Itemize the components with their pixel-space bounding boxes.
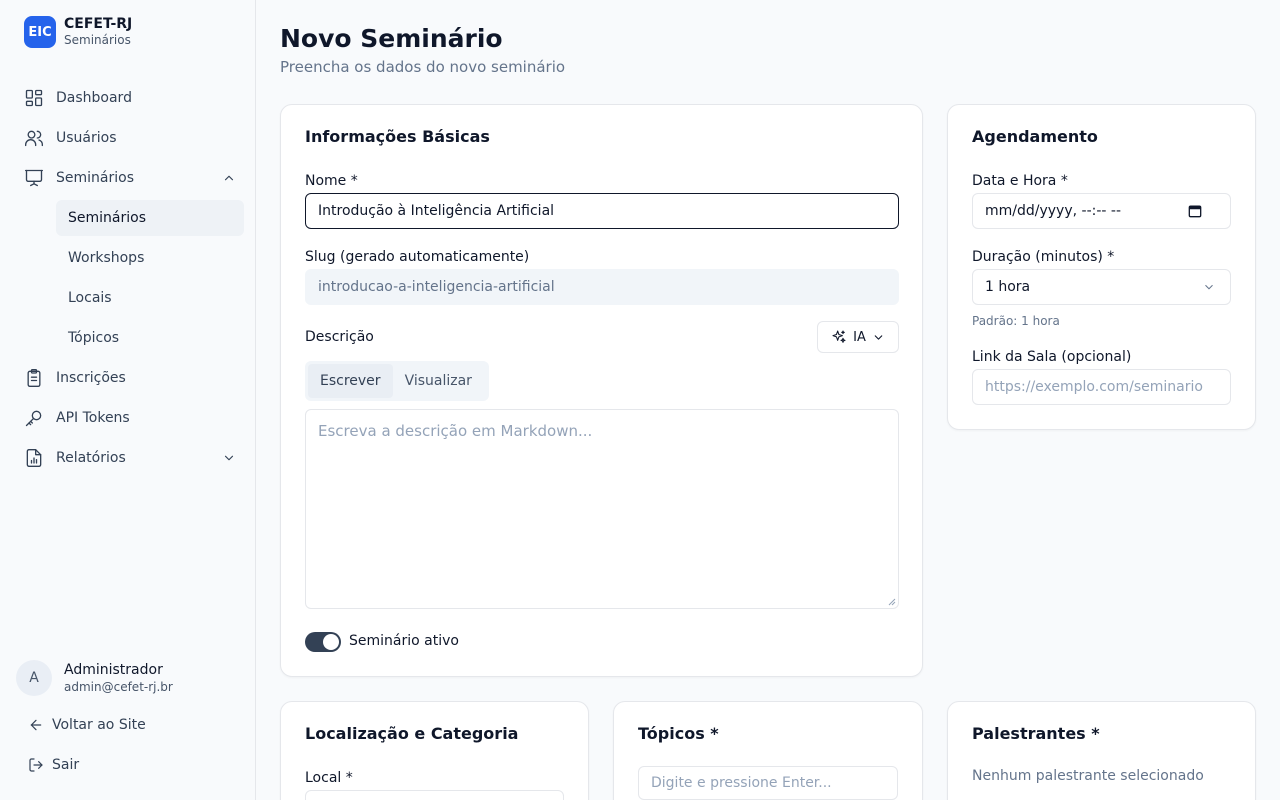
user-profile[interactable]: A Administrador admin@cefet-rj.br: [16, 660, 173, 696]
sidebar-subitem-workshops[interactable]: Workshops: [56, 240, 244, 276]
speakers-empty-message: Nenhum palestrante selecionado: [972, 768, 1204, 784]
chevron-down-icon: [874, 334, 883, 340]
date-time-input[interactable]: mm/dd/yyyy, --:-- --: [972, 193, 1231, 229]
logout-link[interactable]: Sair: [28, 757, 79, 773]
sidebar-nav: Dashboard Usuários Seminários Seminários…: [16, 80, 244, 480]
brand-subtitle: Seminários: [64, 33, 131, 47]
local-label: Local *: [305, 770, 353, 786]
page-subtitle: Preencha os dados do novo seminário: [280, 58, 566, 76]
room-link-label: Link da Sala (opcional): [972, 349, 1132, 365]
sidebar-item-label: Usuários: [56, 130, 117, 146]
topics-card: Tópicos * Digite e pressione Enter...: [613, 701, 923, 800]
tab-write[interactable]: Escrever: [308, 364, 393, 398]
room-link-input[interactable]: https://exemplo.com/seminario: [972, 369, 1231, 405]
name-input[interactable]: Introdução à Inteligência Artificial: [305, 193, 899, 229]
sidebar-item-label: API Tokens: [56, 410, 130, 426]
topics-title: Tópicos *: [638, 724, 719, 743]
chevron-down-icon: [1205, 284, 1213, 290]
active-toggle-label: Seminário ativo: [349, 633, 459, 649]
duration-label: Duração (minutos) *: [972, 249, 1115, 265]
back-to-site-label: Voltar ao Site: [52, 717, 146, 733]
speakers-title: Palestrantes *: [972, 724, 1100, 743]
toggle-knob: [323, 634, 339, 650]
duration-hint: Padrão: 1 hora: [972, 314, 1060, 328]
calendar-icon[interactable]: [1188, 204, 1202, 218]
location-title: Localização e Categoria: [305, 724, 519, 743]
logout-label: Sair: [52, 757, 80, 773]
description-placeholder: Escreva a descrição em Markdown...: [318, 422, 593, 440]
schedule-card: Agendamento Data e Hora * mm/dd/yyyy, --…: [947, 104, 1256, 430]
sidebar-item-label: Inscrições: [56, 370, 126, 386]
sidebar-item-label: Dashboard: [56, 90, 132, 106]
sparkles-icon: [832, 330, 846, 343]
key-icon: [25, 410, 42, 427]
avatar: A: [16, 660, 52, 696]
ai-assist-button[interactable]: IA: [817, 321, 899, 353]
report-icon: [26, 449, 42, 467]
sidebar-item-seminarios[interactable]: Seminários: [16, 160, 244, 196]
sidebar: EIC CEFET-RJ Seminários Dashboard Usuári…: [0, 0, 256, 800]
local-select[interactable]: [305, 790, 564, 800]
speakers-card: Palestrantes * Nenhum palestrante seleci…: [947, 701, 1256, 800]
sidebar-item-dashboard[interactable]: Dashboard: [16, 80, 244, 116]
description-label: Descrição: [305, 329, 374, 345]
sidebar-item-relatorios[interactable]: Relatórios: [16, 440, 244, 476]
sidebar-item-usuarios[interactable]: Usuários: [16, 120, 244, 156]
resize-handle-icon[interactable]: [888, 598, 896, 606]
basic-info-card: Informações Básicas Nome * Introdução à …: [280, 104, 923, 677]
chevron-down-icon[interactable]: [222, 451, 236, 465]
clipboard-icon: [27, 369, 41, 387]
sidebar-subitem-locais[interactable]: Locais: [56, 280, 244, 316]
name-label: Nome *: [305, 173, 358, 189]
sidebar-subitem-topicos[interactable]: Tópicos: [56, 320, 244, 356]
sidebar-subitem-seminarios[interactable]: Seminários: [56, 200, 244, 236]
sidebar-item-label: Relatórios: [56, 450, 126, 466]
sidebar-item-label: Seminários: [56, 170, 134, 186]
duration-value: 1 hora: [985, 279, 1031, 295]
arrow-left-icon: [30, 719, 42, 731]
sidebar-item-api-tokens[interactable]: API Tokens: [16, 400, 244, 436]
topics-input[interactable]: Digite e pressione Enter...: [638, 766, 898, 800]
description-tabs: Escrever Visualizar: [305, 361, 489, 401]
ai-assist-label: IA: [853, 329, 866, 345]
basic-info-title: Informações Básicas: [305, 127, 490, 146]
presentation-icon: [25, 169, 43, 187]
brand[interactable]: EIC CEFET-RJ Seminários: [24, 16, 132, 48]
location-card: Localização e Categoria Local *: [280, 701, 589, 800]
logout-icon: [29, 758, 43, 772]
brand-name: CEFET-RJ: [64, 16, 133, 32]
page-title: Novo Seminário: [280, 24, 503, 53]
user-name: Administrador: [64, 662, 163, 678]
sidebar-item-inscricoes[interactable]: Inscrições: [16, 360, 244, 396]
slug-input[interactable]: introducao-a-inteligencia-artificial: [305, 269, 899, 305]
schedule-title: Agendamento: [972, 127, 1098, 146]
slug-label: Slug (gerado automaticamente): [305, 249, 530, 265]
duration-select[interactable]: 1 hora: [972, 269, 1231, 305]
brand-logo: EIC: [24, 16, 56, 48]
dashboard-icon: [25, 89, 43, 107]
date-label: Data e Hora *: [972, 173, 1068, 189]
back-to-site-link[interactable]: Voltar ao Site: [28, 717, 146, 733]
description-textarea[interactable]: Escreva a descrição em Markdown...: [305, 409, 899, 609]
users-icon: [25, 130, 43, 147]
active-toggle[interactable]: [305, 632, 341, 652]
user-email: admin@cefet-rj.br: [64, 680, 173, 694]
tab-preview[interactable]: Visualizar: [393, 364, 484, 398]
chevron-up-icon[interactable]: [222, 171, 236, 185]
date-time-value: mm/dd/yyyy, --:-- --: [985, 203, 1122, 219]
